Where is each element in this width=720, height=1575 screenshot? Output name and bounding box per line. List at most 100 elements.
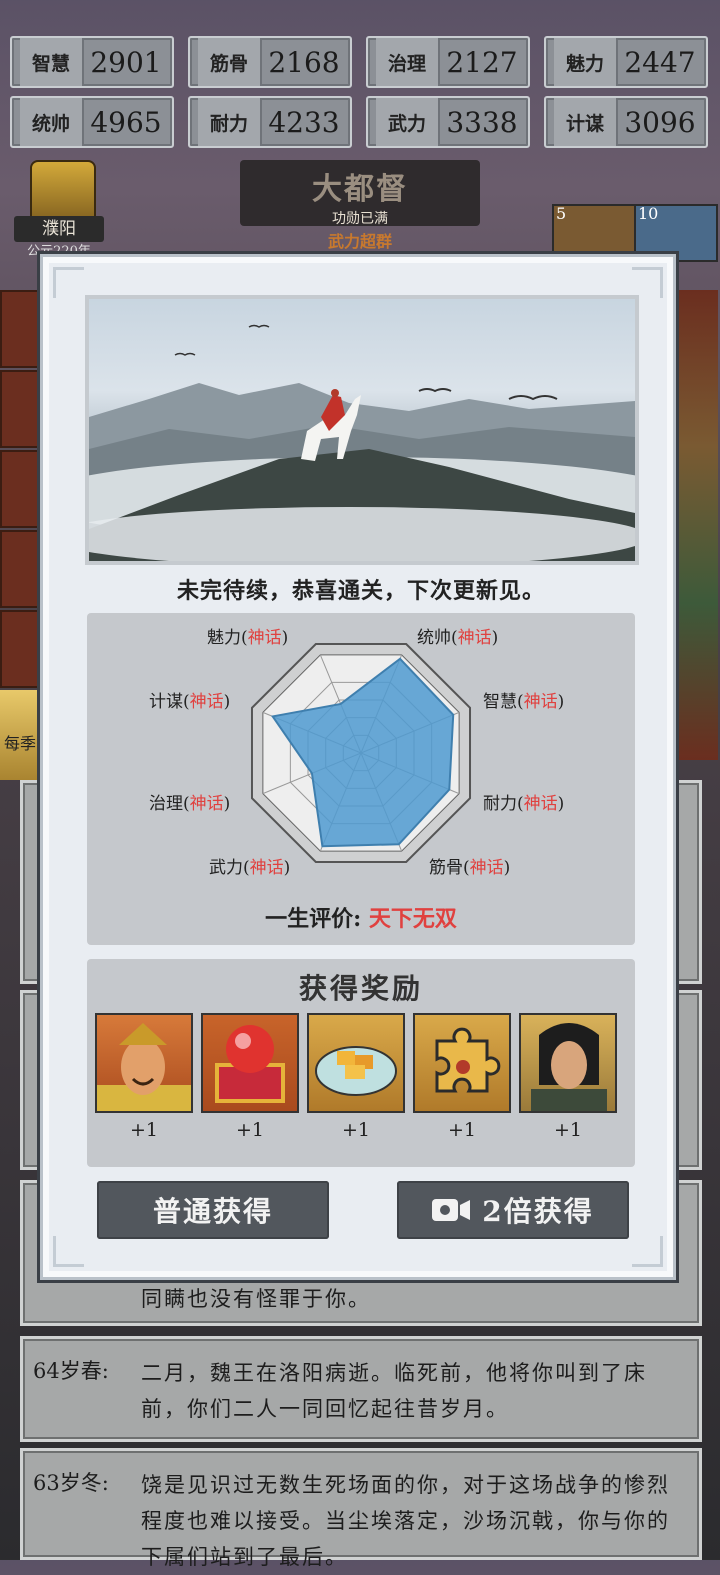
general-portrait-icon: [97, 1023, 191, 1111]
stat-box: 魅力 2447: [544, 36, 708, 88]
rank-subtitle: 功勋已满: [332, 211, 388, 227]
evaluation-result: 天下无双: [368, 906, 457, 932]
portrait-badge: 10: [638, 204, 659, 223]
reward-count: +1: [129, 1119, 158, 1141]
reward-count: +1: [553, 1119, 582, 1141]
reward-count: +1: [447, 1119, 476, 1141]
gold-ingot-plate-icon: [315, 1046, 397, 1096]
stat-label: 魅力: [554, 38, 618, 86]
rank-plate: 大都督 功勋已满: [240, 160, 480, 227]
stat-box: 武力 3338: [366, 96, 530, 148]
double-claim-label: 2倍获得: [482, 1195, 594, 1228]
reward-count: +1: [235, 1119, 264, 1141]
video-camera-icon: [432, 1199, 471, 1221]
axis-grade: 神话: [523, 794, 558, 814]
life-evaluation: 一生评价: 天下无双: [87, 901, 635, 933]
stat-value: 2447: [624, 45, 696, 79]
radar-axis-label: 治理(神话): [149, 794, 231, 814]
stat-box: 统帅 4965: [10, 96, 174, 148]
frame-corner: [53, 1236, 84, 1267]
stat-label: 耐力: [198, 98, 262, 146]
frame-corner: [632, 267, 663, 298]
axis-name: 统帅: [417, 628, 451, 648]
log-card: 63岁冬: 饶是见识过无数生死场面的你，对于这场战争的惨烈程度也难以接受。当尘埃…: [20, 1448, 702, 1569]
city-badge[interactable]: 濮阳 公元220年: [10, 160, 108, 259]
radar-axis-label: 耐力(神话): [483, 794, 565, 814]
stat-box: 计谋 3096: [544, 96, 708, 148]
axis-name: 筋骨: [429, 858, 463, 878]
evaluation-label: 一生评价:: [265, 906, 362, 932]
stat-label: 治理: [376, 38, 440, 86]
reward-item[interactable]: [307, 1013, 405, 1113]
ending-dialog: 未完待续，恭喜通关，下次更新见。 统帅(神话) 智慧(神话) 耐力(神话) 筋骨(神话…: [40, 254, 676, 1280]
log-age: 64岁春:: [33, 1359, 109, 1383]
stat-label: 筋骨: [198, 38, 262, 86]
reward-item[interactable]: [95, 1013, 193, 1113]
axis-name: 魅力: [207, 628, 241, 648]
radar-axis-label: 武力(神话): [209, 858, 291, 878]
stat-label: 统帅: [20, 98, 84, 146]
side-portrait[interactable]: [0, 450, 44, 528]
normal-claim-label: 普通获得: [152, 1195, 273, 1228]
side-portrait[interactable]: [0, 610, 44, 688]
normal-claim-button[interactable]: 普通获得: [97, 1181, 329, 1239]
axis-grade: 神话: [469, 858, 504, 878]
landscape-painting: [89, 324, 635, 561]
log-text: 二月，魏王在洛阳病逝。临死前，他将你叫到了床前，你们二人一同回忆起往昔岁月。: [141, 1361, 647, 1421]
reward-item[interactable]: [413, 1013, 511, 1113]
rewards-title: 获得奖励: [298, 972, 423, 1005]
ending-message: 未完待续，恭喜通关，下次更新见。: [176, 578, 545, 604]
axis-grade: 神话: [523, 692, 558, 712]
stat-label: 智慧: [20, 38, 84, 86]
ending-illustration: [85, 295, 639, 565]
stat-box: 耐力 4233: [188, 96, 352, 148]
stat-label: 武力: [376, 98, 440, 146]
stat-box: 筋骨 2168: [188, 36, 352, 88]
axis-grade: 神话: [189, 692, 224, 712]
axis-name: 武力: [209, 858, 243, 878]
rank-tag: 武力超群: [327, 232, 392, 251]
stat-value: 2127: [446, 45, 518, 79]
axis-grade: 神话: [249, 858, 284, 878]
axis-grade: 神话: [457, 628, 492, 648]
stat-box: 智慧 2901: [10, 36, 174, 88]
portrait-badge: 5: [556, 204, 567, 223]
log-text: 同瞒也没有怪罪于你。: [141, 1287, 371, 1311]
daily-reward-strip[interactable]: 每季: [0, 690, 44, 780]
reward-item[interactable]: [201, 1013, 299, 1113]
axis-name: 智慧: [483, 692, 517, 712]
axis-name: 治理: [149, 794, 183, 814]
attribute-radar-chart: [250, 642, 472, 864]
daily-caption: 每季: [4, 734, 37, 753]
city-name: 濮阳: [14, 216, 104, 242]
stat-value: 3096: [624, 105, 696, 139]
attribute-radar-panel: 统帅(神话) 智慧(神话) 耐力(神话) 筋骨(神话) 武力(神话) 治理(神话) 计谋(神…: [87, 613, 635, 945]
side-portrait[interactable]: [0, 290, 44, 368]
stat-value: 4233: [268, 105, 340, 139]
young-hero-portrait-icon: [531, 1023, 607, 1111]
reward-count: +1: [341, 1119, 370, 1141]
stat-value: 4965: [90, 105, 162, 139]
reward-item[interactable]: [519, 1013, 617, 1113]
frame-corner: [632, 1236, 663, 1267]
double-claim-button[interactable]: 2倍获得: [397, 1181, 629, 1239]
axis-name: 耐力: [483, 794, 517, 814]
radar-axis-label: 智慧(神话): [483, 692, 565, 712]
frame-corner: [53, 267, 84, 298]
stat-label: 计谋: [554, 98, 618, 146]
radar-axis-label: 筋骨(神话): [429, 858, 511, 878]
right-portrait-column[interactable]: [676, 290, 718, 760]
puzzle-piece-icon: [435, 1027, 501, 1093]
axis-grade: 神话: [189, 794, 224, 814]
side-portrait[interactable]: [0, 370, 44, 448]
stat-box: 治理 2127: [366, 36, 530, 88]
side-portrait[interactable]: [0, 530, 44, 608]
axis-name: 计谋: [149, 692, 183, 712]
log-card: 64岁春: 二月，魏王在洛阳病逝。临死前，他将你叫到了床前，你们二人一同回忆起往…: [20, 1336, 702, 1442]
log-text: 饶是见识过无数生死场面的你，对于这场战争的惨烈程度也难以接受。当尘埃落定，沙场沉…: [141, 1473, 670, 1569]
rank-title: 大都督: [312, 172, 408, 207]
stat-value: 2901: [90, 45, 162, 79]
rewards-panel: 获得奖励 +1 +1 +1 +1 +1: [87, 959, 635, 1167]
red-orb-chest-icon: [215, 1025, 285, 1103]
radar-axis-label: 计谋(神话): [149, 692, 231, 712]
